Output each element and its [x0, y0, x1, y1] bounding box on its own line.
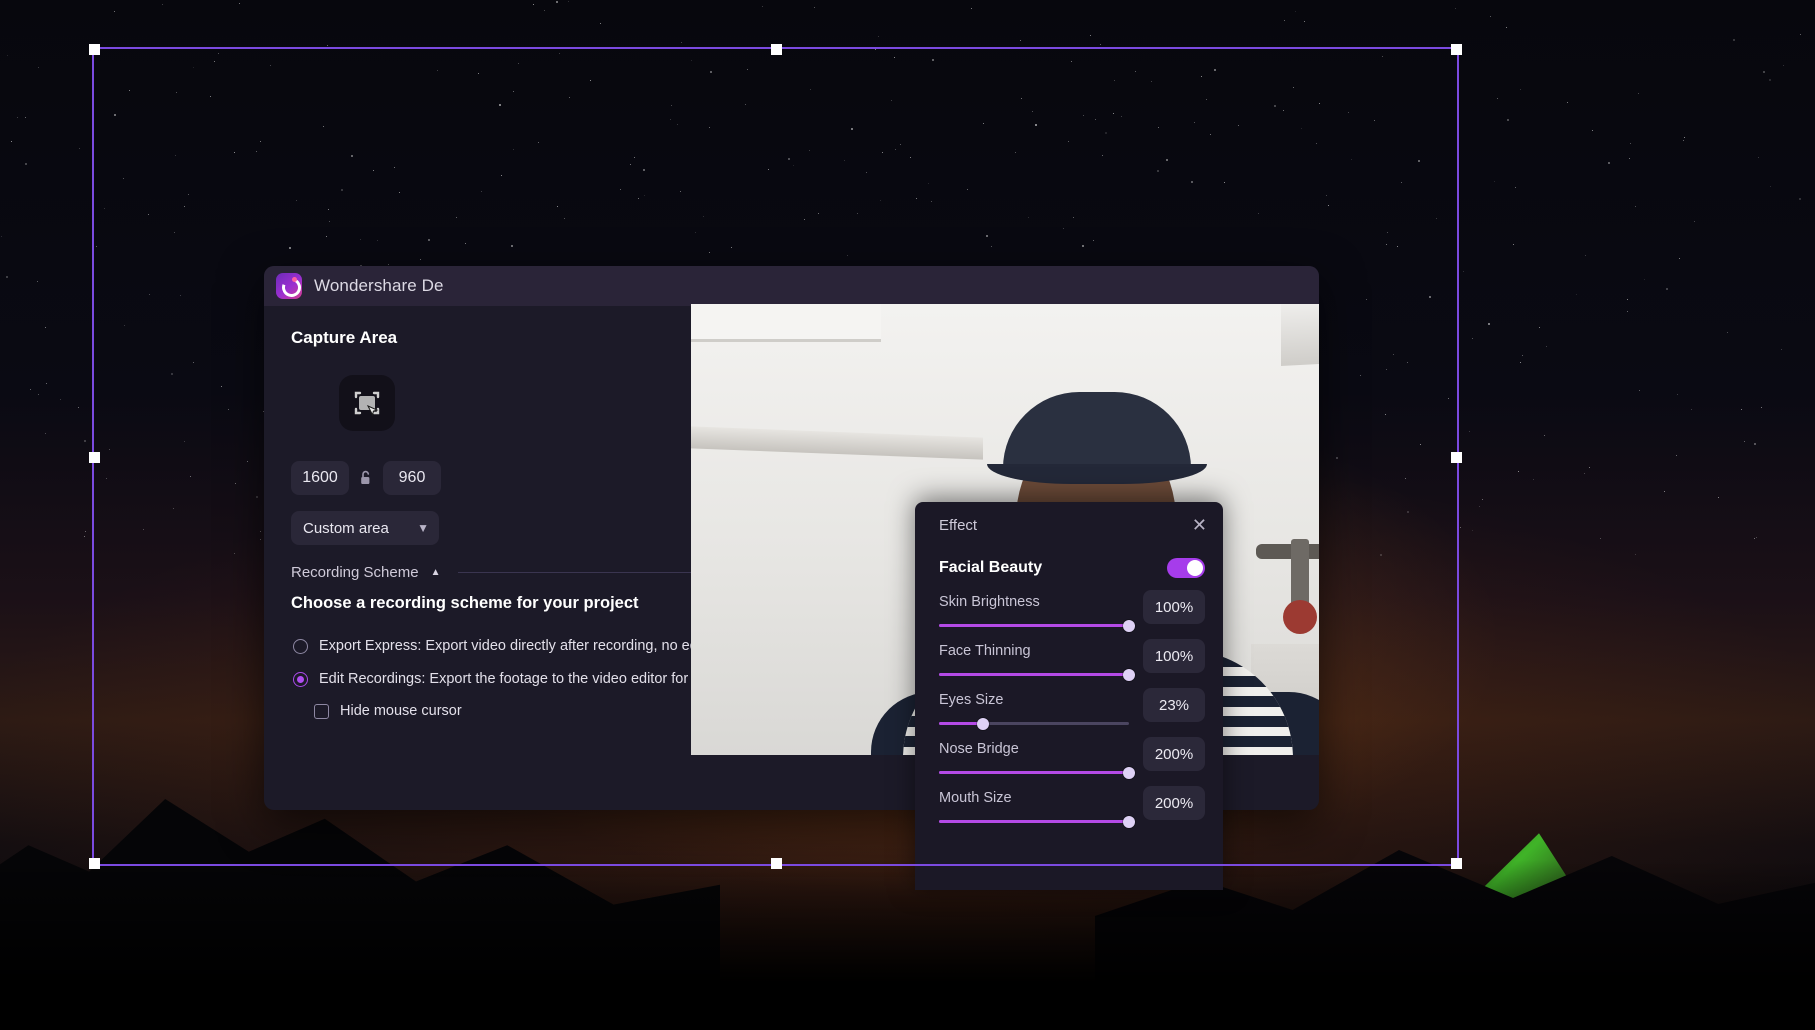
slider-row: Mouth Size 200%	[915, 774, 1223, 823]
preview-tap-handle	[1256, 544, 1319, 559]
slider-label: Nose Bridge	[939, 741, 1129, 757]
preview-tap-valve	[1283, 600, 1317, 634]
unlock-icon[interactable]	[357, 470, 375, 486]
radio-indicator[interactable]	[293, 672, 308, 687]
preview-left-box	[691, 304, 881, 342]
facial-beauty-label: Facial Beauty	[939, 559, 1042, 577]
app-title: Wondershare De	[314, 276, 444, 296]
slider-label: Skin Brightness	[939, 594, 1129, 610]
area-mode-dropdown[interactable]: Custom area ▼	[291, 511, 439, 545]
slider-value[interactable]: 23%	[1143, 688, 1205, 722]
slider-fill	[939, 624, 1129, 627]
capture-area-column: Capture Area 1600 960 Custom area ▼	[264, 306, 484, 810]
width-input[interactable]: 1600	[291, 461, 349, 495]
close-icon[interactable]: ✕	[1192, 516, 1207, 534]
slider-control[interactable]: Mouth Size	[939, 790, 1129, 823]
slider-knob[interactable]	[1123, 816, 1135, 828]
slider-value[interactable]: 100%	[1143, 590, 1205, 624]
dimension-row: 1600 960	[291, 461, 484, 495]
facial-beauty-slider-list: Skin Brightness 100% Face Thinning 100% Eyes…	[915, 578, 1223, 823]
radio-indicator[interactable]	[293, 639, 308, 654]
slider-knob[interactable]	[1123, 620, 1135, 632]
slider-row: Nose Bridge 200%	[915, 725, 1223, 774]
select-area-glyph	[352, 388, 382, 418]
slider-control[interactable]: Eyes Size	[939, 692, 1129, 725]
caret-up-icon[interactable]: ▲	[431, 567, 441, 578]
hide-cursor-checkbox[interactable]	[314, 704, 329, 719]
effect-panel-header: Effect ✕	[915, 502, 1223, 534]
slider-value[interactable]: 200%	[1143, 737, 1205, 771]
slider-control[interactable]: Nose Bridge	[939, 741, 1129, 774]
slider-value[interactable]: 200%	[1143, 786, 1205, 820]
window-title-bar[interactable]: Wondershare De	[264, 266, 1319, 306]
effect-panel[interactable]: Effect ✕ Facial Beauty Skin Brightness 10…	[915, 502, 1223, 890]
slider-label: Mouth Size	[939, 790, 1129, 806]
scheme-title: Choose a recording scheme for your proje…	[291, 594, 639, 613]
slider-track[interactable]	[939, 722, 1129, 725]
slider-track[interactable]	[939, 624, 1129, 627]
facial-beauty-toggle[interactable]	[1167, 558, 1205, 578]
area-mode-value: Custom area	[303, 520, 389, 537]
slider-label: Face Thinning	[939, 643, 1129, 659]
slider-control[interactable]: Skin Brightness	[939, 594, 1129, 627]
hide-cursor-label: Hide mouse cursor	[340, 703, 462, 719]
preview-shelf-top	[1281, 304, 1319, 366]
slider-knob[interactable]	[1123, 767, 1135, 779]
capture-area-heading: Capture Area	[291, 328, 484, 348]
wondershare-logo-icon	[276, 273, 302, 299]
foreground-shadow	[0, 860, 1815, 1030]
slider-track[interactable]	[939, 673, 1129, 676]
chevron-down-icon: ▼	[417, 521, 429, 535]
slider-fill	[939, 771, 1129, 774]
slider-knob[interactable]	[1123, 669, 1135, 681]
slider-row: Skin Brightness 100%	[915, 578, 1223, 627]
unlock-glyph	[359, 470, 373, 486]
effect-panel-title: Effect	[939, 517, 977, 534]
recording-scheme-label: Recording Scheme	[291, 564, 419, 581]
slider-fill	[939, 673, 1129, 676]
facial-beauty-row[interactable]: Facial Beauty	[915, 534, 1223, 578]
slider-value[interactable]: 100%	[1143, 639, 1205, 673]
height-input[interactable]: 960	[383, 461, 441, 495]
slider-track[interactable]	[939, 771, 1129, 774]
hide-mouse-cursor-row[interactable]: Hide mouse cursor	[314, 703, 462, 719]
slider-fill	[939, 820, 1129, 823]
slider-label: Eyes Size	[939, 692, 1129, 708]
slider-row: Eyes Size 23%	[915, 676, 1223, 725]
slider-row: Face Thinning 100%	[915, 627, 1223, 676]
slider-track[interactable]	[939, 820, 1129, 823]
select-area-icon[interactable]	[339, 375, 395, 431]
slider-control[interactable]: Face Thinning	[939, 643, 1129, 676]
slider-knob[interactable]	[977, 718, 989, 730]
